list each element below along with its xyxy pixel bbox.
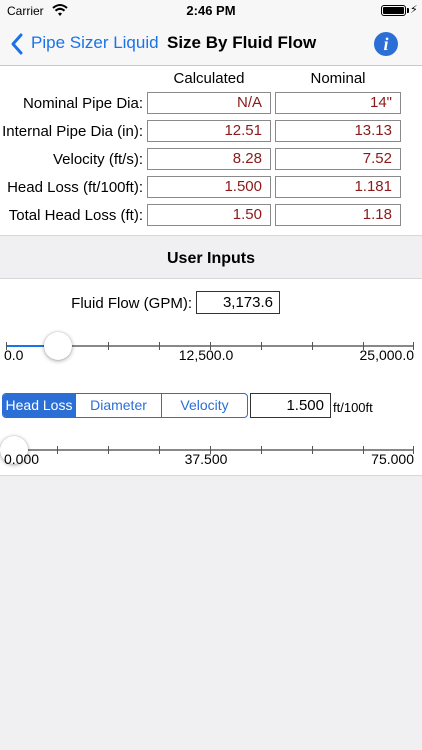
parameter-segmented-control[interactable]: Head Loss Diameter Velocity [2,393,248,418]
internal-pipe-dia-label: Internal Pipe Dia (in): [2,123,143,140]
velocity-nominal: 7.52 [275,148,401,170]
fluid-flow-slider-max: 25,000.0 [359,347,415,363]
internal-pipe-dia-calculated: 12.51 [147,120,271,142]
chevron-left-icon[interactable] [9,32,25,56]
battery-tip [407,8,409,13]
segment-velocity[interactable]: Velocity [162,394,247,417]
slider-tick [312,342,313,350]
nominal-column-header: Nominal [310,70,366,87]
parameter-slider-max: 75.000 [371,451,414,467]
fluid-flow-slider-mid: 12,500.0 [178,347,234,363]
nominal-pipe-dia-calculated: N/A [147,92,271,114]
fluid-flow-label: Fluid Flow (GPM): [71,295,192,312]
parameter-unit-label: ft/100ft [333,400,373,415]
slider-tick [108,342,109,350]
head-loss-calculated: 1.500 [147,176,271,198]
fluid-flow-input[interactable]: 3,173.6 [196,291,280,314]
user-inputs-header: User Inputs [166,250,255,267]
calculated-column-header: Calculated [173,70,245,87]
total-head-loss-calculated: 1.50 [147,204,271,226]
back-button[interactable]: Pipe Sizer Liquid [31,33,159,53]
head-loss-label: Head Loss (ft/100ft): [7,179,143,196]
fluid-flow-slider-thumb[interactable] [43,332,72,360]
total-head-loss-label: Total Head Loss (ft): [8,207,143,224]
segment-diameter[interactable]: Diameter [76,394,162,417]
charging-icon: ⚡ [410,4,418,16]
fluid-flow-slider-min: 0.0 [4,347,24,363]
total-head-loss-nominal: 1.18 [275,204,401,226]
parameter-slider-min: 0.000 [4,451,40,467]
parameter-slider-mid: 37.500 [184,451,228,467]
head-loss-nominal: 1.181 [275,176,401,198]
nominal-pipe-dia-label: Nominal Pipe Dia: [22,95,143,112]
slider-tick [312,446,313,454]
velocity-label: Velocity (ft/s): [52,151,143,168]
info-icon[interactable]: i [374,32,398,56]
velocity-calculated: 8.28 [147,148,271,170]
nominal-pipe-dia-nominal: 14" [275,92,401,114]
clock: 2:46 PM [186,3,236,18]
slider-tick [57,446,58,454]
slider-tick [108,446,109,454]
battery-icon [381,5,406,16]
segment-head-loss[interactable]: Head Loss [3,394,76,417]
parameter-value-input[interactable]: 1.500 [250,393,331,418]
page-title: Size By Fluid Flow [167,33,317,52]
internal-pipe-dia-nominal: 13.13 [275,120,401,142]
